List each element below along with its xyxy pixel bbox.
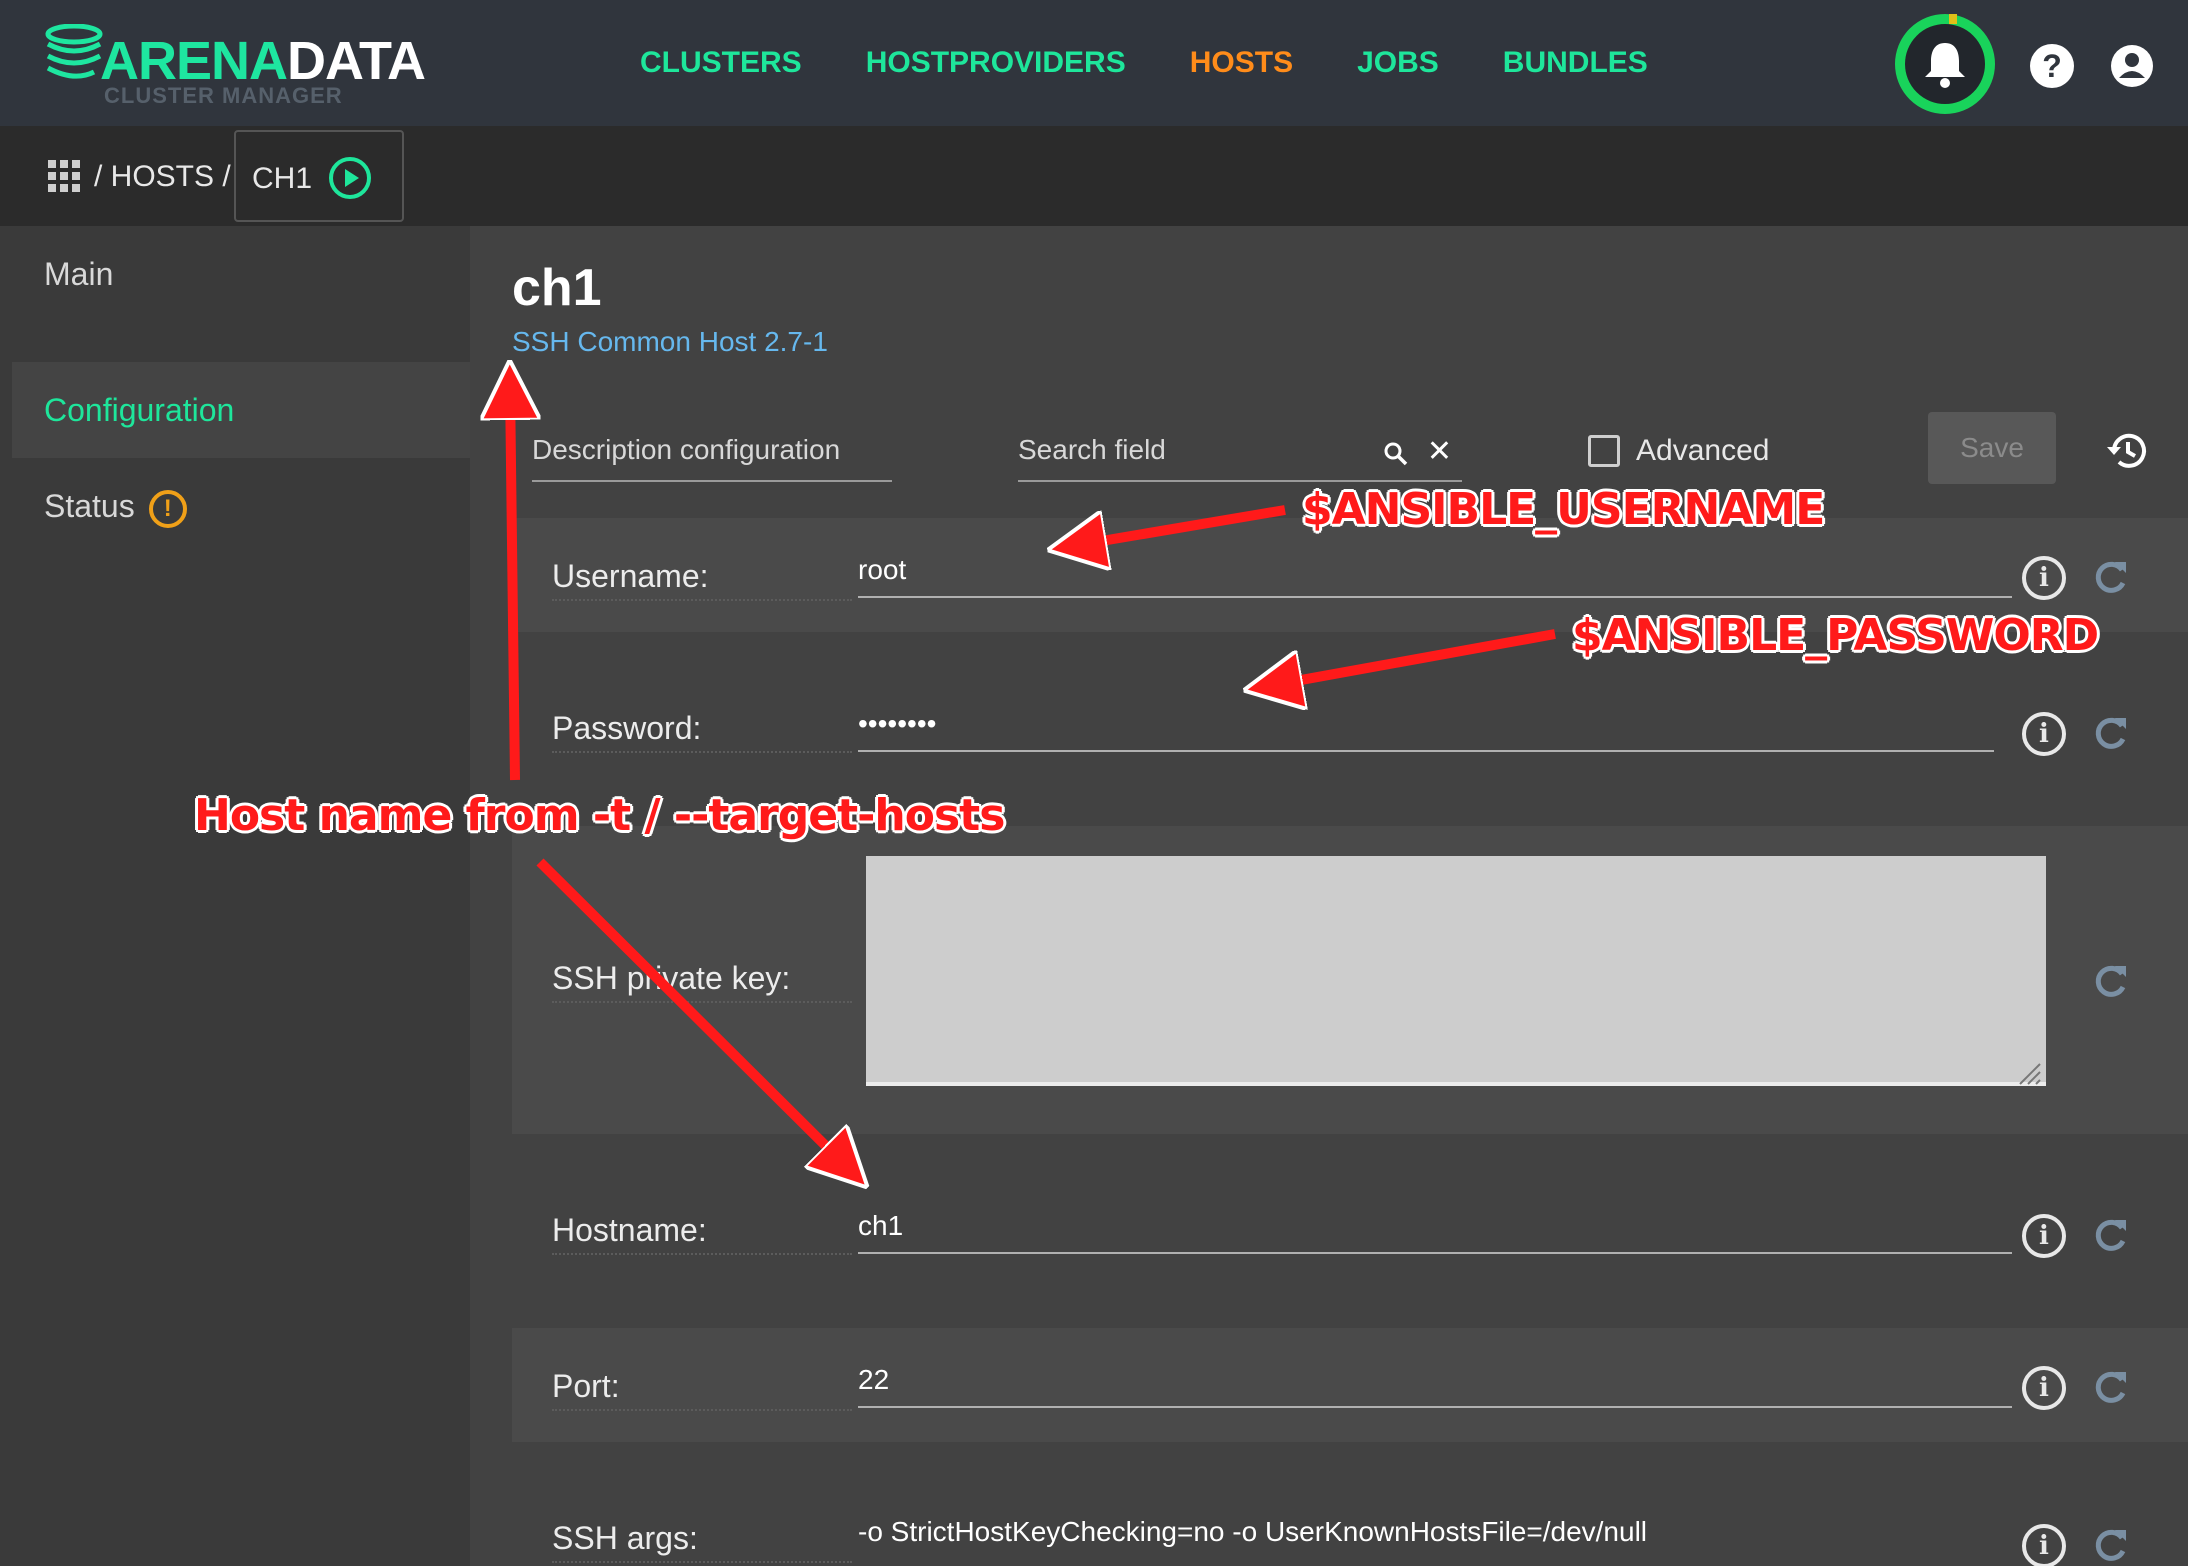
ssh-key-label: SSH private key:	[552, 960, 852, 1003]
page-title: ch1	[512, 259, 602, 317]
nav-hostproviders[interactable]: HOSTPROVIDERS	[866, 46, 1126, 80]
field-row-port: Port: 22 i	[512, 1328, 2188, 1442]
breadcrumb-bar: / HOSTS / CH1	[0, 126, 2188, 226]
nav-jobs[interactable]: JOBS	[1357, 46, 1439, 80]
search-icon[interactable]	[1382, 440, 1410, 468]
reset-icon[interactable]	[2088, 960, 2132, 1004]
hostname-input[interactable]: ch1	[858, 1210, 2012, 1254]
advanced-checkbox[interactable]	[1588, 435, 1620, 467]
bell-icon	[1925, 43, 1965, 88]
close-icon[interactable]: ✕	[1427, 434, 1452, 469]
host-prototype-link[interactable]: SSH Common Host 2.7-1	[512, 326, 828, 358]
ssh-key-textarea[interactable]	[866, 856, 2046, 1086]
sidebar-item-configuration[interactable]: Configuration	[12, 362, 470, 458]
notifications-button[interactable]	[1895, 14, 1995, 114]
apps-grid-icon[interactable]	[48, 160, 80, 192]
port-input[interactable]: 22	[858, 1364, 2012, 1408]
annotation-hostname: Host name from -t / --target-hosts	[194, 790, 1005, 841]
help-icon[interactable]: ?	[2030, 44, 2074, 88]
nav-bundles[interactable]: BUNDLES	[1503, 46, 1648, 80]
port-label: Port:	[552, 1368, 852, 1411]
main-nav: CLUSTERS HOSTPROVIDERS HOSTS JOBS BUNDLE…	[640, 46, 1648, 80]
history-icon[interactable]	[2104, 428, 2150, 474]
resize-grip-icon[interactable]	[2016, 1060, 2042, 1086]
breadcrumb[interactable]: / HOSTS /	[94, 160, 231, 194]
reset-icon[interactable]	[2088, 1524, 2132, 1566]
reset-icon[interactable]	[2088, 1214, 2132, 1258]
warning-icon: !	[148, 489, 187, 528]
nav-hosts[interactable]: HOSTS	[1190, 46, 1293, 80]
field-row-ssh-args: SSH args: -o StrictHostKeyChecking=no -o…	[512, 1442, 2188, 1566]
sidebar: Main Configuration Status!	[0, 226, 470, 1566]
username-label: Username:	[552, 558, 852, 601]
info-icon[interactable]: i	[2022, 556, 2066, 600]
field-row-ssh-key: SSH private key:	[512, 826, 2188, 1134]
breadcrumb-current-label: CH1	[252, 162, 313, 195]
password-label: Password:	[552, 710, 852, 753]
username-input[interactable]: root	[858, 554, 2012, 598]
logo[interactable]: ARENADATA CLUSTER MANAGER	[44, 20, 426, 110]
ssh-args-input[interactable]: -o StrictHostKeyChecking=no -o UserKnown…	[858, 1516, 2012, 1558]
hostname-label: Hostname:	[552, 1212, 852, 1255]
search-placeholder: Search field	[1018, 434, 1166, 465]
sidebar-item-status[interactable]: Status!	[12, 458, 470, 554]
logo-subtitle: CLUSTER MANAGER	[104, 83, 343, 108]
logo-mark-icon	[45, 24, 103, 79]
nav-clusters[interactable]: CLUSTERS	[640, 46, 802, 80]
description-input[interactable]: Description configuration	[532, 426, 892, 482]
top-bar: ARENADATA CLUSTER MANAGER CLUSTERS HOSTP…	[0, 0, 2188, 126]
password-input[interactable]: ••••••••	[858, 708, 1994, 752]
search-input[interactable]: Search field ✕	[1018, 426, 1462, 482]
reset-icon[interactable]	[2088, 556, 2132, 600]
user-icon[interactable]	[2110, 44, 2154, 88]
play-circle-icon[interactable]	[328, 156, 372, 200]
ssh-args-label: SSH args:	[552, 1520, 852, 1563]
breadcrumb-current-host[interactable]: CH1	[234, 130, 404, 222]
annotation-username: $ANSIBLE_USERNAME	[1302, 484, 1825, 535]
field-row-hostname: Hostname: ch1 i	[512, 1134, 2188, 1328]
annotation-password: $ANSIBLE_PASSWORD	[1572, 610, 2099, 661]
advanced-toggle[interactable]: Advanced	[1588, 434, 1769, 468]
reset-icon[interactable]	[2088, 712, 2132, 756]
info-icon[interactable]: i	[2022, 1214, 2066, 1258]
save-button[interactable]: Save	[1928, 412, 2056, 484]
sidebar-item-main[interactable]: Main	[12, 226, 470, 322]
advanced-label: Advanced	[1636, 434, 1770, 467]
info-icon[interactable]: i	[2022, 712, 2066, 756]
info-icon[interactable]: i	[2022, 1366, 2066, 1410]
info-icon[interactable]: i	[2022, 1524, 2066, 1566]
reset-icon[interactable]	[2088, 1366, 2132, 1410]
